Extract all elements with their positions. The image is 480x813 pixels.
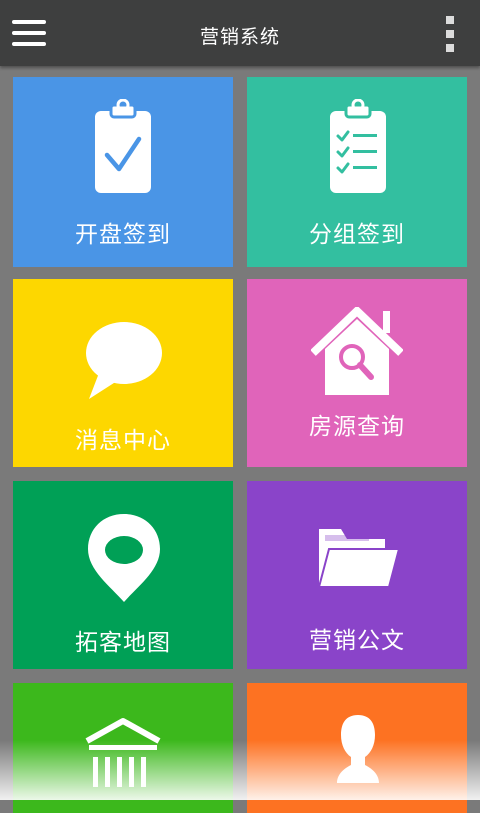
tile-customer-map[interactable]: 拓客地图 [13,481,233,669]
tile-label: 房源查询 [309,414,405,440]
menu-grid: 开盘签到 分组签到 消息中心 房源查询 拓客地图 营销公文 [0,66,480,813]
tile-marketing-docs[interactable]: 营销公文 [247,481,467,669]
clipboard-check-icon [95,99,151,193]
tile-opening-checkin[interactable]: 开盘签到 [13,77,233,267]
tile-group-checkin[interactable]: 分组签到 [247,77,467,267]
house-search-icon [311,307,403,395]
app-header: 营销系统 [0,0,480,66]
tile-label: 营销公文 [309,628,405,654]
bank-building-icon [85,718,161,787]
speech-bubble-icon [86,322,162,399]
page-title: 营销系统 [199,26,280,48]
folder-icon [317,529,401,588]
tile-label: 开盘签到 [75,222,171,248]
tile-bank[interactable] [13,683,233,813]
overflow-menu-icon[interactable] [442,16,458,54]
tile-label: 消息中心 [75,428,171,454]
tile-person[interactable] [247,683,467,813]
tile-label: 分组签到 [309,222,405,248]
map-pin-icon [88,514,160,602]
tile-property-search[interactable]: 房源查询 [247,279,467,467]
tile-label: 拓客地图 [75,630,171,656]
clipboard-checklist-icon [330,99,386,193]
person-icon [337,715,379,783]
tile-message-center[interactable]: 消息中心 [13,279,233,467]
